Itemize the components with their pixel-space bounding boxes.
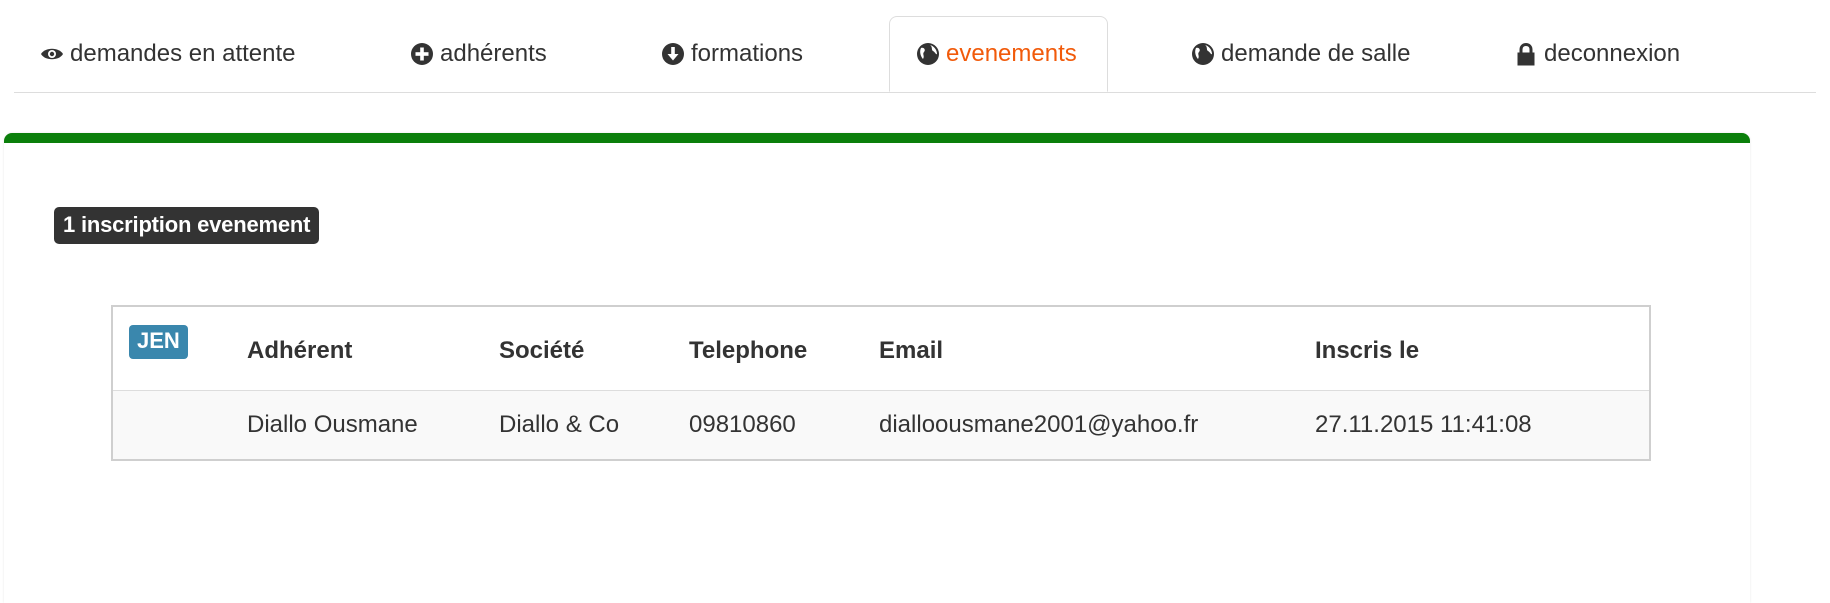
globe-icon — [916, 42, 940, 66]
globe-icon — [1191, 42, 1215, 66]
tab-deconnexion[interactable]: deconnexion — [1514, 16, 1680, 92]
plus-circle-icon — [410, 42, 434, 66]
header-telephone: Telephone — [689, 337, 808, 364]
table-row: Diallo Ousmane Diallo & Co 09810860 dial… — [113, 391, 1649, 459]
nav-tabs: demandes en attente adhérents formations… — [14, 16, 1816, 93]
tab-formations[interactable]: formations — [661, 16, 803, 92]
tab-label: adhérents — [440, 40, 547, 67]
tab-label: evenements — [946, 40, 1077, 67]
tab-label: deconnexion — [1544, 40, 1681, 67]
cell-inscris-le: 27.11.2015 11:41:08 — [1315, 411, 1532, 438]
header-adherent: Adhérent — [247, 337, 353, 364]
tab-label: demande de salle — [1221, 40, 1411, 67]
eye-icon — [40, 42, 64, 66]
table-header-row: JEN Adhérent Société Telephone Email Ins… — [113, 307, 1649, 391]
tab-label: demandes en attente — [70, 40, 296, 67]
tab-demandes-en-attente[interactable]: demandes en attente — [40, 16, 296, 92]
lock-icon — [1514, 42, 1538, 66]
tab-label: formations — [691, 40, 804, 67]
cell-societe: Diallo & Co — [499, 411, 620, 438]
events-panel: 1 inscription evenement JEN Adhérent Soc… — [4, 133, 1750, 603]
tab-demande-de-salle[interactable]: demande de salle — [1191, 16, 1410, 92]
cell-adherent: Diallo Ousmane — [247, 411, 418, 438]
arrow-down-circle-icon — [661, 42, 685, 66]
inscription-count-label: 1 inscription evenement — [54, 207, 320, 244]
cell-telephone: 09810860 — [689, 411, 796, 438]
header-email: Email — [879, 337, 944, 364]
registrations-table: JEN Adhérent Société Telephone Email Ins… — [111, 305, 1651, 461]
cell-email: dialloousmane2001@yahoo.fr — [879, 411, 1199, 438]
month-badge: JEN — [129, 325, 188, 359]
tab-adherents[interactable]: adhérents — [410, 16, 547, 92]
header-societe: Société — [499, 337, 585, 364]
header-inscris-le: Inscris le — [1315, 337, 1420, 364]
tab-evenements[interactable]: evenements — [889, 16, 1108, 92]
